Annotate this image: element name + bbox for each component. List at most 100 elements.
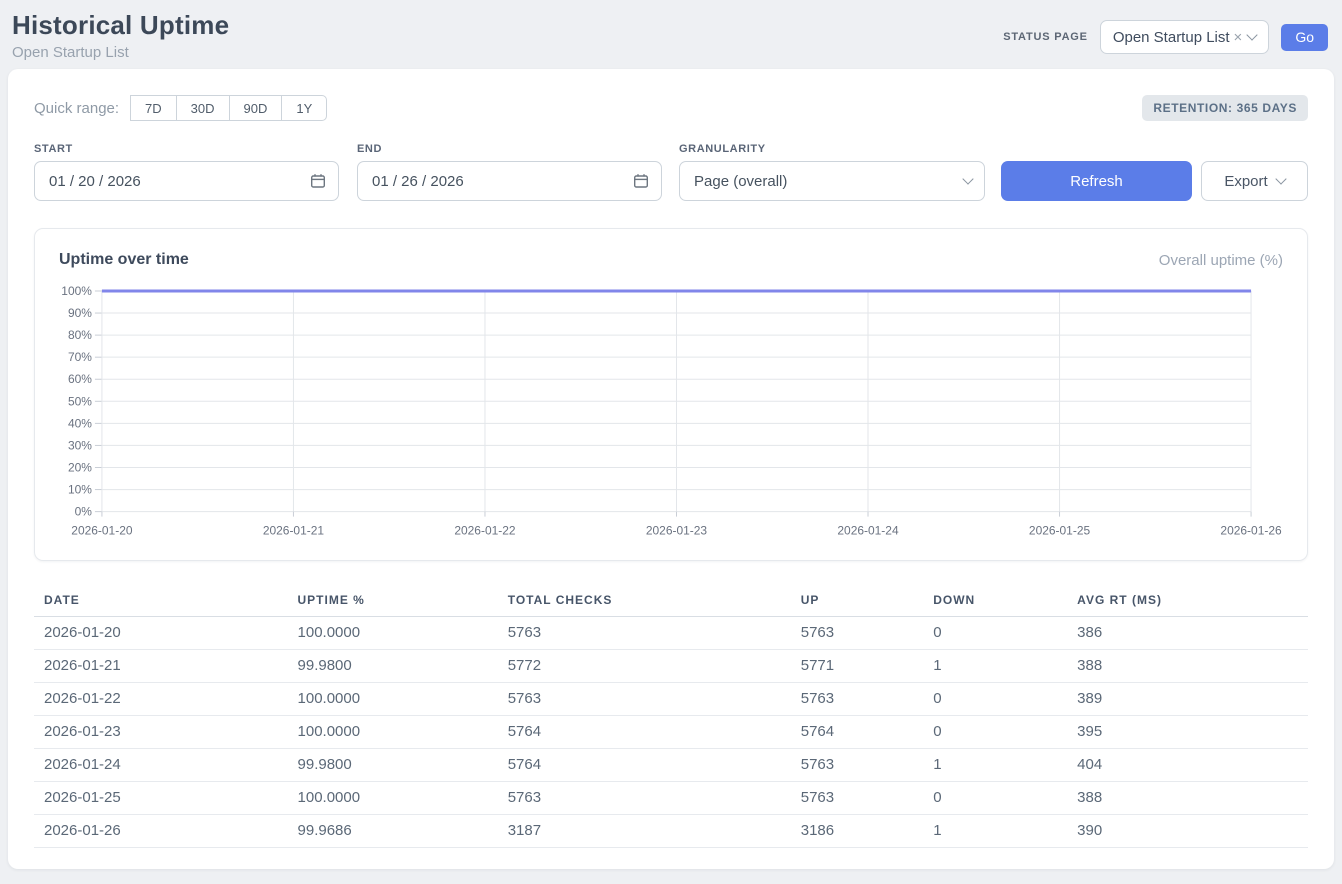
table-header-row: DATE UPTIME % TOTAL CHECKS UP DOWN AVG R… (34, 587, 1308, 617)
export-button[interactable]: Export (1201, 161, 1308, 201)
granularity-field: GRANULARITY Page (overall) (679, 143, 985, 201)
go-button[interactable]: Go (1281, 24, 1328, 51)
quick-range-button[interactable]: 1Y (281, 95, 327, 121)
topbar-right: STATUS PAGE Open Startup List × Go (1003, 20, 1328, 54)
cell-total-checks: 5764 (498, 748, 791, 781)
quick-range-button[interactable]: 30D (176, 95, 230, 121)
table-row: 2026-01-25 100.0000 5763 5763 0 388 (34, 781, 1308, 814)
table-row: 2026-01-26 99.9686 3187 3186 1 390 (34, 814, 1308, 847)
cell-uptime: 100.0000 (288, 682, 498, 715)
svg-text:40%: 40% (68, 416, 92, 430)
status-page-label: STATUS PAGE (1003, 31, 1088, 43)
quick-range-button[interactable]: 90D (229, 95, 283, 121)
chevron-down-icon (1247, 29, 1258, 40)
cell-date: 2026-01-23 (34, 715, 288, 748)
cell-down: 0 (923, 715, 1067, 748)
title-block: Historical Uptime Open Startup List (12, 10, 229, 61)
start-date-field: START 01 / 20 / 2026 (34, 143, 339, 201)
retention-badge: RETENTION: 365 DAYS (1142, 95, 1308, 121)
calendar-icon[interactable] (310, 173, 326, 189)
cell-avg-rt: 388 (1067, 649, 1308, 682)
status-page-value: Open Startup List (1113, 29, 1230, 46)
svg-text:60%: 60% (68, 372, 92, 386)
chevron-down-icon (962, 173, 973, 184)
cell-date: 2026-01-21 (34, 649, 288, 682)
clear-icon[interactable]: × (1234, 30, 1243, 45)
cell-uptime: 100.0000 (288, 781, 498, 814)
cell-avg-rt: 390 (1067, 814, 1308, 847)
cell-up: 3186 (791, 814, 923, 847)
end-label: END (357, 143, 662, 155)
cell-uptime: 99.9800 (288, 649, 498, 682)
quick-range-row: Quick range: 7D 30D 90D 1Y RETENTION: 36… (34, 95, 1308, 121)
cell-total-checks: 3187 (498, 814, 791, 847)
end-date-field: END 01 / 26 / 2026 (357, 143, 662, 201)
cell-uptime: 100.0000 (288, 616, 498, 649)
table-row: 2026-01-20 100.0000 5763 5763 0 386 (34, 616, 1308, 649)
granularity-select[interactable]: Page (overall) (679, 161, 985, 201)
cell-total-checks: 5763 (498, 682, 791, 715)
page-title: Historical Uptime (12, 10, 229, 41)
svg-text:50%: 50% (68, 394, 92, 408)
svg-text:20%: 20% (68, 460, 92, 474)
cell-avg-rt: 404 (1067, 748, 1308, 781)
header: Historical Uptime Open Startup List STAT… (0, 0, 1342, 69)
cell-date: 2026-01-20 (34, 616, 288, 649)
calendar-icon[interactable] (633, 173, 649, 189)
cell-total-checks: 5763 (498, 781, 791, 814)
chart-title: Uptime over time (59, 251, 189, 269)
svg-text:2026-01-21: 2026-01-21 (263, 524, 325, 538)
table-body: 2026-01-20 100.0000 5763 5763 0 386 2026… (34, 616, 1308, 847)
cell-avg-rt: 388 (1067, 781, 1308, 814)
uptime-chart: 0%10%20%30%40%50%60%70%80%90%100%2026-01… (35, 281, 1307, 543)
table-row: 2026-01-21 99.9800 5772 5771 1 388 (34, 649, 1308, 682)
main-panel: Quick range: 7D 30D 90D 1Y RETENTION: 36… (8, 69, 1334, 869)
cell-down: 0 (923, 616, 1067, 649)
cell-total-checks: 5772 (498, 649, 791, 682)
refresh-button[interactable]: Refresh (1001, 161, 1192, 201)
svg-text:2026-01-25: 2026-01-25 (1029, 524, 1091, 538)
cell-avg-rt: 386 (1067, 616, 1308, 649)
cell-up: 5763 (791, 781, 923, 814)
cell-total-checks: 5763 (498, 616, 791, 649)
start-date-input[interactable]: 01 / 20 / 2026 (34, 161, 339, 201)
svg-text:2026-01-24: 2026-01-24 (837, 524, 899, 538)
table-row: 2026-01-24 99.9800 5764 5763 1 404 (34, 748, 1308, 781)
svg-text:2026-01-22: 2026-01-22 (454, 524, 516, 538)
cell-date: 2026-01-24 (34, 748, 288, 781)
svg-text:30%: 30% (68, 438, 92, 452)
start-date-value: 01 / 20 / 2026 (49, 173, 141, 190)
svg-text:100%: 100% (61, 284, 92, 298)
cell-down: 1 (923, 649, 1067, 682)
uptime-table: DATE UPTIME % TOTAL CHECKS UP DOWN AVG R… (34, 587, 1308, 848)
cell-down: 1 (923, 814, 1067, 847)
cell-up: 5771 (791, 649, 923, 682)
svg-text:0%: 0% (75, 505, 93, 519)
chart-legend: Overall uptime (%) (1159, 252, 1283, 269)
svg-text:90%: 90% (68, 306, 92, 320)
column-header: UPTIME % (288, 587, 498, 617)
start-label: START (34, 143, 339, 155)
export-button-label: Export (1224, 173, 1267, 190)
chevron-down-icon (1275, 173, 1286, 184)
svg-text:70%: 70% (68, 350, 92, 364)
svg-text:2026-01-26: 2026-01-26 (1220, 524, 1282, 538)
end-date-value: 01 / 26 / 2026 (372, 173, 464, 190)
chart-card: Uptime over time Overall uptime (%) 0% 10… (34, 228, 1308, 561)
cell-up: 5763 (791, 748, 923, 781)
svg-text:80%: 80% (68, 328, 92, 342)
granularity-value: Page (overall) (694, 173, 787, 190)
column-header: TOTAL CHECKS (498, 587, 791, 617)
end-date-input[interactable]: 01 / 26 / 2026 (357, 161, 662, 201)
svg-text:2026-01-20: 2026-01-20 (71, 524, 133, 538)
cell-up: 5763 (791, 616, 923, 649)
filters-row: START 01 / 20 / 2026 END 01 / 26 / 2026 (34, 143, 1308, 201)
status-page-select[interactable]: Open Startup List × (1100, 20, 1270, 54)
table-row: 2026-01-23 100.0000 5764 5764 0 395 (34, 715, 1308, 748)
cell-avg-rt: 395 (1067, 715, 1308, 748)
chart-card-header: Uptime over time Overall uptime (%) (35, 251, 1307, 269)
cell-uptime: 99.9686 (288, 814, 498, 847)
page-subtitle: Open Startup List (12, 44, 229, 61)
column-header: UP (791, 587, 923, 617)
quick-range-button[interactable]: 7D (130, 95, 177, 121)
